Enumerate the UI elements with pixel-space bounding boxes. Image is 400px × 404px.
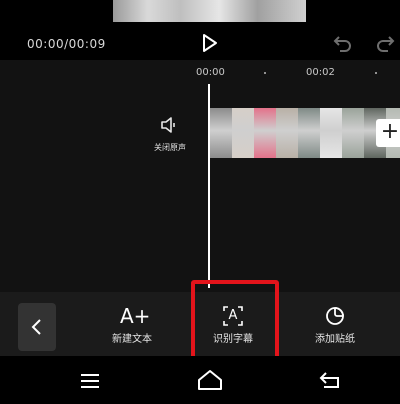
chevron-left-icon	[31, 319, 41, 335]
redo-button[interactable]	[374, 33, 396, 53]
clip-frame	[342, 108, 364, 158]
ruler-label-1: 00:02	[306, 67, 335, 78]
add-sticker-button[interactable]: 添加贴纸	[295, 300, 375, 356]
nav-menu-button[interactable]	[79, 372, 101, 390]
plus-icon: +	[380, 119, 400, 144]
back-arrow-icon	[319, 372, 339, 388]
clip-frame	[320, 108, 342, 158]
timeline-area[interactable]	[0, 60, 400, 292]
add-clip-button[interactable]: +	[376, 119, 400, 147]
nav-back-button[interactable]	[318, 370, 342, 390]
preview-frame	[113, 0, 306, 22]
mute-original-audio-button[interactable]: 关闭原声	[140, 116, 200, 158]
undo-button[interactable]	[332, 33, 354, 53]
play-icon	[203, 34, 217, 52]
clip-frame	[210, 108, 232, 158]
speaker-mute-icon	[161, 117, 175, 133]
play-button[interactable]	[198, 32, 220, 54]
clip-frame	[298, 108, 320, 158]
video-track[interactable]	[210, 108, 400, 158]
new-text-button[interactable]: A+ 新建文本	[92, 300, 172, 356]
clip-frame	[276, 108, 298, 158]
nav-home-button[interactable]	[196, 368, 224, 392]
mute-label: 关闭原声	[154, 143, 186, 152]
playhead[interactable]	[208, 84, 210, 288]
clip-frame	[254, 108, 276, 158]
highlight-annotation	[191, 280, 279, 364]
add-sticker-label: 添加贴纸	[315, 334, 355, 345]
clip-frame	[232, 108, 254, 158]
menu-icon	[81, 374, 99, 388]
text-add-icon: A+	[120, 304, 151, 328]
time-readout: 00:00/00:09	[27, 37, 106, 51]
toolbar-back-button[interactable]	[18, 303, 56, 351]
home-icon	[198, 370, 222, 390]
sticker-icon	[323, 304, 347, 328]
ruler-tick	[264, 72, 266, 74]
undo-icon	[333, 36, 351, 52]
ruler-tick	[375, 72, 377, 74]
ruler-label-0: 00:00	[196, 67, 225, 78]
redo-icon	[377, 36, 395, 52]
new-text-label: 新建文本	[112, 334, 152, 345]
